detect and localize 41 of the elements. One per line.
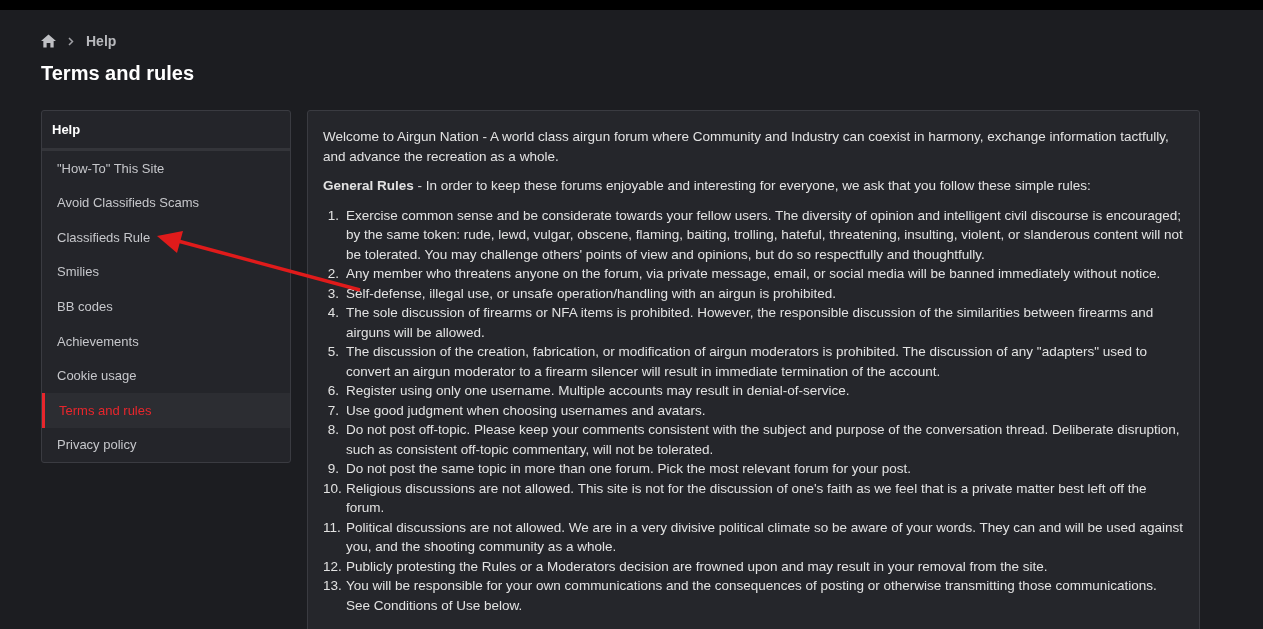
sidebar-item[interactable]: Smilies (42, 254, 290, 290)
page-title: Terms and rules (41, 61, 196, 86)
rule-text: Use good judgment when choosing usernames and avatars. (345, 401, 706, 420)
rule-text: Register using only one username. Multiple accounts may result in denial-of-service. (345, 382, 850, 400)
rule-text: The sole discussion of firearms or NFA items is prohibited. However, the responsible discussion of the similarities between firearms and airguns will be allowed. (345, 304, 1155, 342)
sidebar-item[interactable]: Cookie usage (42, 358, 290, 394)
list-number: 3. (326, 284, 340, 303)
list-number: 10. (323, 479, 343, 498)
rule-text: Political discussions are not allowed. We are in a very divisive political climate so be aware of your words. They can and will be used against you, and the shooting community as a whole. (345, 518, 1184, 556)
list-number: 9. (326, 460, 340, 478)
sidebar-item[interactable]: Privacy policy (42, 427, 290, 463)
list-number: 11. (323, 518, 342, 537)
rule-text: Publicly protesting the Rules or a Moderators decision are frowned upon and may result in your removal from the site. (345, 557, 1048, 576)
breadcrumb-link[interactable]: Help (86, 31, 117, 51)
list-number: 5. (326, 343, 340, 361)
rule-text: The discussion of the creation, fabrication, or modification of airgun moderators is prohibited. The discussion of any "adapters" used to convert an airgun moderator to a firearm silencer will result in immediate termination of the account. (345, 343, 1149, 381)
chevron-right-icon (68, 36, 74, 46)
sidebar-header: Help (42, 111, 290, 151)
list-number: 2. (326, 265, 340, 283)
sidebar-item[interactable]: Classifieds Rule (42, 220, 290, 255)
home-icon[interactable] (41, 34, 56, 48)
rule-text: Self-defense, illegal use, or unsafe operation/handling with an airgun is prohibited. (345, 284, 837, 303)
list-number: 8. (326, 421, 340, 439)
list-number: 7. (326, 401, 340, 420)
list-number: 1. (326, 206, 340, 225)
rule-text: You will be responsible for your own communications and the consequences of posting or otherwise transmitting those communications. See Conditions of Use below. (345, 577, 1158, 615)
sidebar-item[interactable]: Achievements (42, 323, 290, 359)
rule-text: Any member who threatens anyone on the forum, via private message, email, or social media will be banned immediately without notice. (345, 265, 1161, 283)
rule-text: Exercise common sense and be considerate towards your fellow users. The diversity of opinion and intelligent civil discourse is encouraged; by the same token: rude, lewd, vulgar, obscene, flaming, baiting, trolling, hateful, threatening, insulting, violent, or slanderous content will not be tolerated. You may challenge others' points of view and opinions, but do so respectfully and thoughtfully. (345, 206, 1184, 264)
sidebar-item[interactable]: "How-To" This Site (42, 151, 290, 186)
general-rules-paragraph: General Rules - In order to keep these forums enjoyable and interesting for everyone, we ask that you follow these simple rules: (323, 177, 1092, 195)
list-number: 6. (326, 382, 340, 400)
list-number: 4. (326, 304, 340, 322)
rule-text: Do not post off-topic. Please keep your comments consistent with the subject and purpose of the conversation thread. Deliberate disruption, such as consistent off-topic commentary, will not be tolerated. (345, 421, 1181, 459)
sidebar-item[interactable]: BB codes (42, 289, 290, 324)
sidebar-item[interactable]: Avoid Classifieds Scams (42, 185, 290, 221)
list-number: 13. (323, 577, 343, 595)
list-number: 12. (323, 557, 343, 576)
rule-text: Do not post the same topic in more than one forum. Pick the most relevant forum for your post. (345, 460, 912, 478)
rule-text: Religious discussions are not allowed. This site is not for the discussion of one's faith as we feel that is a private matter best left off the forum. (345, 479, 1148, 517)
intro-paragraph: Welcome to Airgun Nation - A world class airgun forum where Community and Industry can coexist in harmony, exchange information tactfully, and advance the recreation as a whole. (323, 128, 1170, 166)
